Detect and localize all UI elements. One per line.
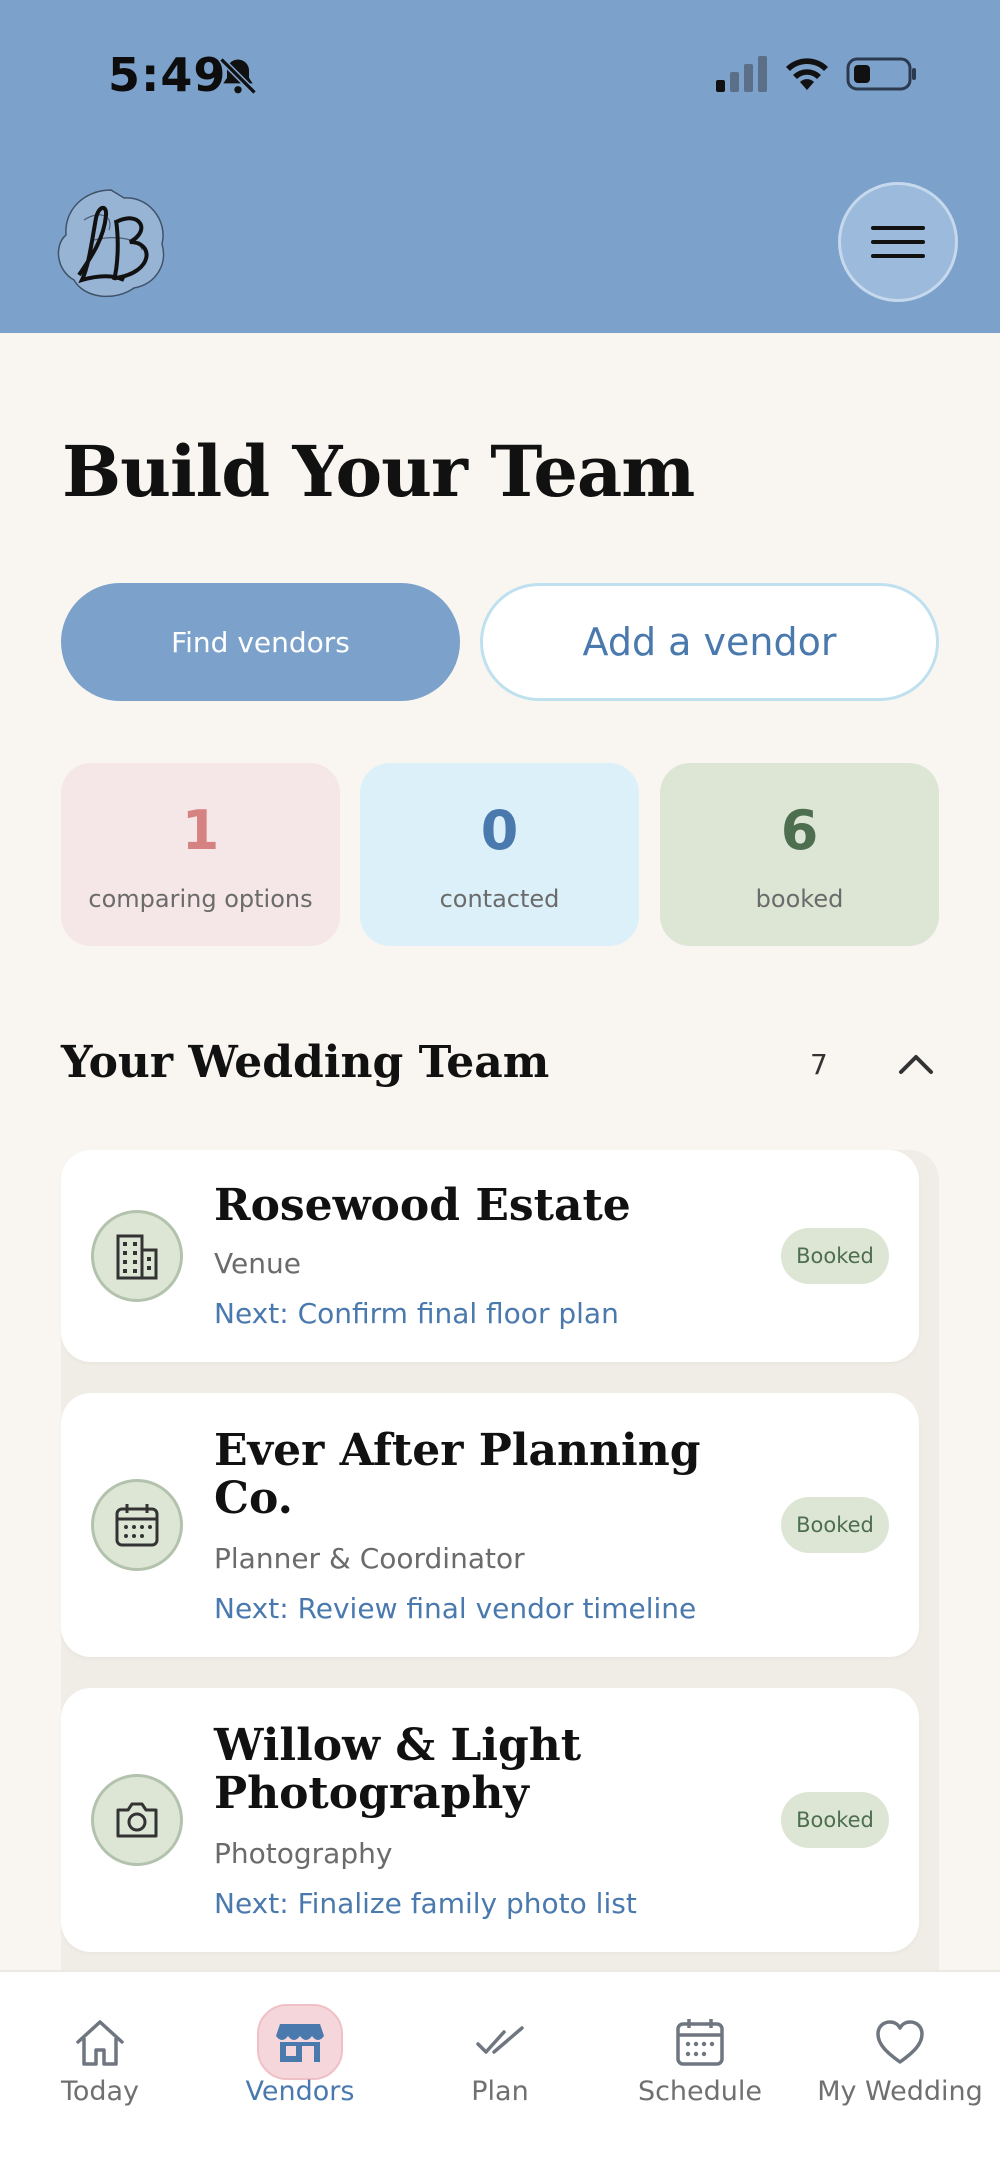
vendor-next-step: Next: Review final vendor timeline bbox=[214, 1592, 697, 1625]
vendor-category: Venue bbox=[214, 1247, 301, 1280]
tab-label: Today bbox=[60, 2076, 140, 2107]
tab-plan[interactable]: Plan bbox=[400, 1972, 600, 2132]
tab-schedule[interactable]: Schedule bbox=[600, 1972, 800, 2132]
add-vendor-button[interactable]: Add a vendor bbox=[480, 583, 939, 701]
hamburger-menu-icon bbox=[871, 226, 925, 258]
bell-off-icon bbox=[219, 57, 257, 95]
stat-value: 1 bbox=[181, 799, 220, 862]
stat-contacted[interactable]: 0 contacted bbox=[360, 763, 639, 946]
stat-booked[interactable]: 6 booked bbox=[660, 763, 939, 946]
calendar-icon bbox=[676, 2019, 724, 2066]
stat-value: 6 bbox=[780, 799, 819, 862]
vendor-card[interactable]: Rosewood Estate Venue Next: Confirm fina… bbox=[61, 1150, 919, 1362]
stat-comparing-options[interactable]: 1 comparing options bbox=[61, 763, 340, 946]
calendar-icon bbox=[91, 1479, 183, 1571]
status-time: 5:49 bbox=[108, 48, 227, 102]
tab-label: Vendors bbox=[245, 2076, 355, 2107]
menu-button[interactable] bbox=[838, 182, 958, 302]
tab-vendors[interactable]: Vendors bbox=[200, 1972, 400, 2132]
building-icon bbox=[91, 1210, 183, 1302]
section-count: 7 bbox=[810, 1048, 828, 1081]
battery-icon bbox=[846, 57, 916, 91]
stat-value: 0 bbox=[480, 799, 519, 862]
cellular-signal-icon bbox=[716, 56, 767, 92]
camera-icon bbox=[91, 1774, 183, 1866]
tab-my-wedding[interactable]: My Wedding bbox=[800, 1972, 1000, 2132]
vendor-category: Planner & Coordinator bbox=[214, 1542, 525, 1575]
stat-label: booked bbox=[755, 885, 844, 913]
status-badge: Booked bbox=[781, 1228, 889, 1284]
wifi-icon bbox=[786, 58, 828, 90]
stat-label: comparing options bbox=[88, 885, 313, 913]
vendor-category: Photography bbox=[214, 1837, 393, 1870]
double-check-icon bbox=[476, 2026, 524, 2054]
lb-monogram-logo bbox=[57, 189, 165, 298]
home-icon bbox=[76, 2020, 124, 2066]
bottom-tab-bar: Today Vendors Plan Schedule My Wedding bbox=[0, 1970, 1000, 2168]
storefront-icon bbox=[276, 2024, 324, 2062]
status-badge: Booked bbox=[781, 1497, 889, 1553]
vendor-name: Ever After Planning Co. bbox=[214, 1425, 701, 1524]
status-badge: Booked bbox=[781, 1792, 889, 1848]
heart-icon bbox=[876, 2020, 924, 2064]
chevron-up-icon[interactable] bbox=[895, 1044, 937, 1084]
tab-label: Schedule bbox=[637, 2076, 763, 2107]
tab-label: My Wedding bbox=[817, 2076, 983, 2107]
tab-label: Plan bbox=[471, 2076, 529, 2107]
vendor-next-step: Next: Confirm final floor plan bbox=[214, 1297, 619, 1330]
stat-label: contacted bbox=[439, 885, 560, 913]
tab-today[interactable]: Today bbox=[0, 1972, 200, 2132]
vendor-card[interactable]: Willow & Light Photography Photography N… bbox=[61, 1688, 919, 1952]
page-title: Build Your Team bbox=[62, 430, 695, 513]
section-title: Your Wedding Team bbox=[61, 1037, 550, 1088]
vendor-name: Willow & Light Photography bbox=[214, 1720, 582, 1819]
app-header: 5:49 bbox=[0, 0, 1000, 333]
find-vendors-button[interactable]: Find vendors bbox=[61, 583, 460, 701]
vendor-next-step: Next: Finalize family photo list bbox=[214, 1887, 637, 1920]
vendor-card[interactable]: Ever After Planning Co. Planner & Coordi… bbox=[61, 1393, 919, 1657]
vendor-name: Rosewood Estate bbox=[214, 1180, 631, 1231]
